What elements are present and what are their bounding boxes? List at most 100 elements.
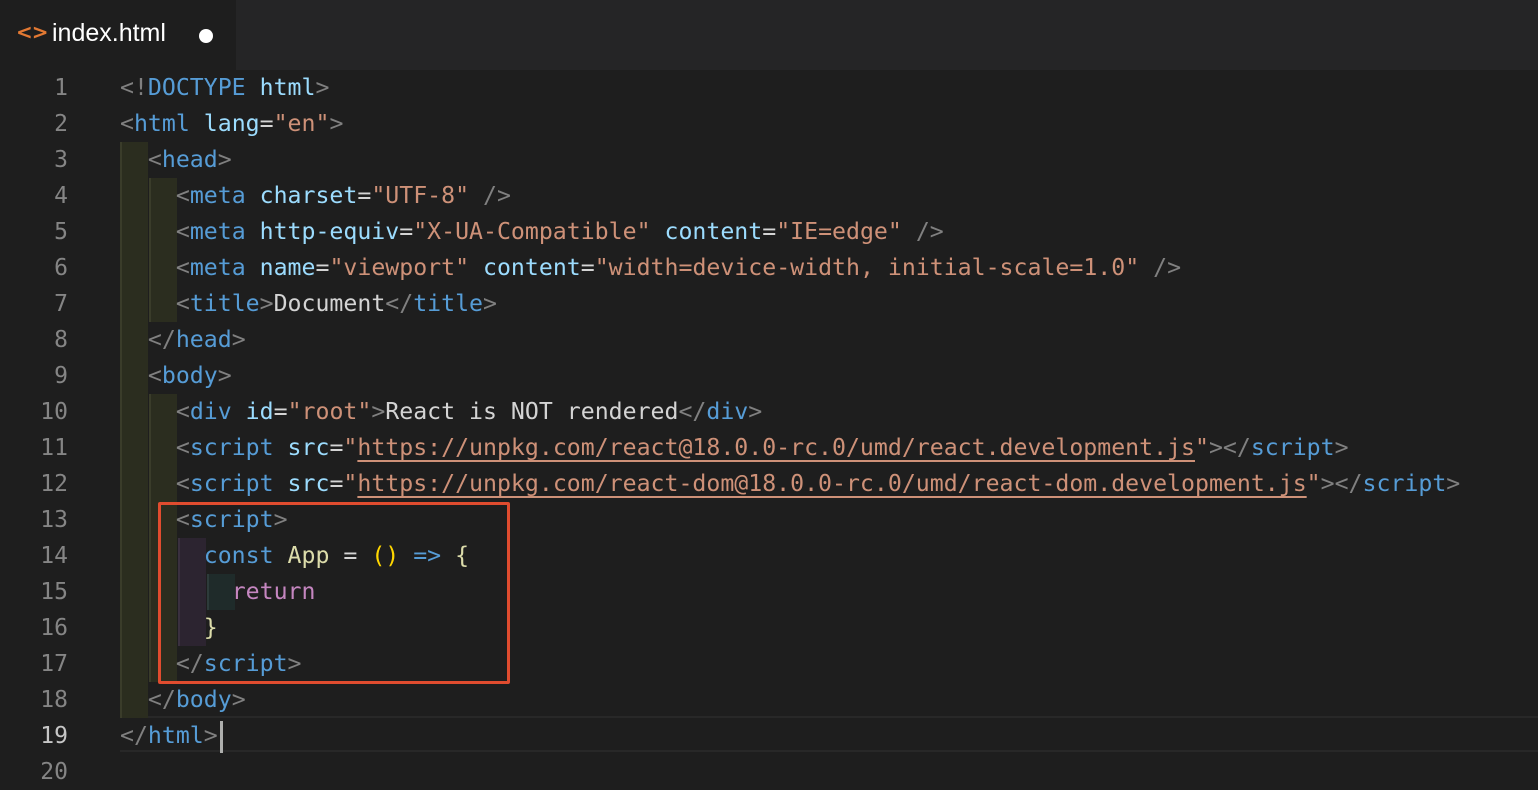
code-token: head xyxy=(175,326,232,353)
code-token: <! xyxy=(120,74,148,101)
code-token: > xyxy=(315,74,330,101)
code-token: React is NOT rendered xyxy=(385,398,679,425)
line-number: 2 xyxy=(54,111,68,137)
code-token: div xyxy=(706,398,749,425)
code-token: src xyxy=(287,470,330,497)
tab-label: index.html xyxy=(52,19,166,47)
code-token: = xyxy=(259,110,274,137)
code-token: /> xyxy=(915,218,944,245)
current-line-highlight xyxy=(120,716,1538,752)
code-token: > xyxy=(217,146,232,173)
code-token: http-equiv xyxy=(259,218,400,245)
code-token: "viewport" xyxy=(329,254,470,281)
code-token: = xyxy=(315,254,330,281)
line-number: 16 xyxy=(40,615,68,641)
code-token: < xyxy=(175,182,190,209)
line-number: 1 xyxy=(54,75,68,101)
code-token: < xyxy=(175,470,190,497)
code-token: </ xyxy=(385,290,414,317)
code-line[interactable]: <title>Document</title> xyxy=(120,286,497,322)
code-token: ></ xyxy=(1320,470,1363,497)
code-token: script xyxy=(1362,470,1447,497)
code-token: id xyxy=(245,398,274,425)
code-token: = xyxy=(273,398,288,425)
code-token: script xyxy=(1250,434,1335,461)
code-token: > xyxy=(329,110,344,137)
code-token: "root" xyxy=(287,398,372,425)
code-line[interactable]: <html lang="en"> xyxy=(120,106,343,142)
code-line[interactable]: <script src="https://unpkg.com/react-dom… xyxy=(120,466,1460,502)
code-token: script xyxy=(189,434,274,461)
code-token: > xyxy=(371,398,386,425)
code-token: html xyxy=(133,110,190,137)
code-token: > xyxy=(748,398,763,425)
code-token: https://unpkg.com/react-dom@18.0.0-rc.0/… xyxy=(357,470,1307,497)
code-token: body xyxy=(161,362,218,389)
code-line[interactable]: <!DOCTYPE html> xyxy=(120,70,329,106)
code-line[interactable]: </body> xyxy=(120,682,246,718)
tab-index-html[interactable]: <> index.html xyxy=(0,0,236,70)
line-number: 18 xyxy=(40,687,68,713)
code-token: " xyxy=(1306,470,1321,497)
code-token: lang xyxy=(203,110,260,137)
code-line[interactable]: <meta charset="UTF-8" /> xyxy=(120,178,511,214)
code-token: </ xyxy=(147,326,176,353)
code-token: " xyxy=(343,434,358,461)
text-cursor xyxy=(220,721,223,753)
code-token: = xyxy=(357,182,372,209)
code-token: > xyxy=(1334,434,1349,461)
code-line[interactable]: <meta http-equiv="X-UA-Compatible" conte… xyxy=(120,214,944,250)
line-number: 19 xyxy=(40,723,68,749)
code-token: script xyxy=(189,470,274,497)
code-token: < xyxy=(175,398,190,425)
code-token: < xyxy=(120,110,134,137)
code-token: charset xyxy=(259,182,358,209)
code-line[interactable]: <body> xyxy=(120,358,232,394)
code-line[interactable]: </head> xyxy=(120,322,246,358)
code-token: ></ xyxy=(1208,434,1251,461)
line-number: 15 xyxy=(40,579,68,605)
code-token: = xyxy=(580,254,595,281)
code-token: body xyxy=(175,686,232,713)
code-token: head xyxy=(161,146,218,173)
code-token: "en" xyxy=(273,110,330,137)
code-brackets-icon: <> xyxy=(16,20,49,44)
code-token: = xyxy=(399,218,414,245)
code-token: meta xyxy=(189,218,246,245)
code-token: < xyxy=(147,146,162,173)
code-line[interactable]: <div id="root">React is NOT rendered</di… xyxy=(120,394,762,430)
code-token: "UTF-8" xyxy=(371,182,470,209)
code-token: < xyxy=(147,362,162,389)
code-token: meta xyxy=(189,254,246,281)
code-line[interactable]: </html> xyxy=(120,718,218,754)
code-line[interactable]: <meta name="viewport" content="width=dev… xyxy=(120,250,1181,286)
code-line[interactable]: <head> xyxy=(120,142,232,178)
line-number: 13 xyxy=(40,507,68,533)
code-token: Document xyxy=(273,290,386,317)
line-number: 4 xyxy=(54,183,68,209)
line-number: 9 xyxy=(54,363,68,389)
unsaved-dot-icon[interactable] xyxy=(199,29,213,43)
code-line[interactable]: <script src="https://unpkg.com/react@18.… xyxy=(120,430,1349,466)
code-token: > xyxy=(231,326,246,353)
line-number: 7 xyxy=(54,291,68,317)
